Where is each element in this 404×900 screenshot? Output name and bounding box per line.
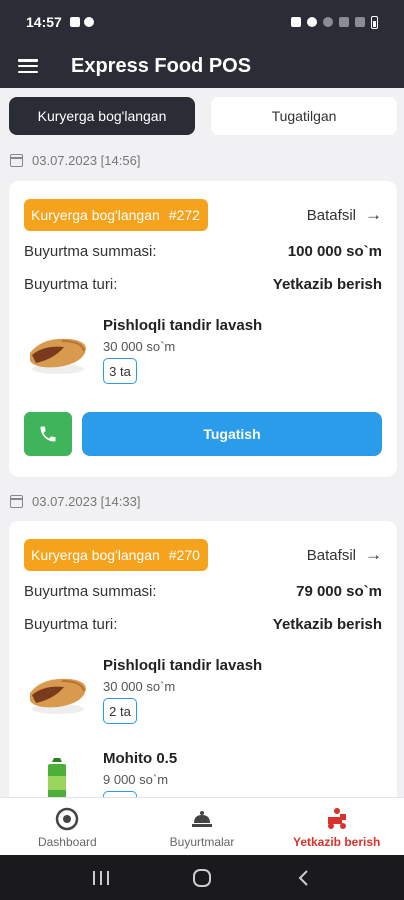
status-time: 14:57 — [26, 14, 62, 30]
sum-value: 100 000 so`m — [287, 243, 382, 260]
type-label: Buyurtma turi: — [24, 616, 118, 633]
sum-value: 79 000 so`m — [296, 583, 382, 600]
phone-icon — [40, 426, 56, 442]
order-date: 03.07.2023 [14:56] — [32, 153, 141, 168]
item-quantity: 2 ta — [103, 698, 137, 724]
order-tabs: Kuryerga bog'langan Tugatilgan — [9, 97, 397, 135]
nav-label: Dashboard — [37, 835, 97, 849]
call-button[interactable] — [24, 412, 72, 456]
battery-icon — [371, 15, 378, 29]
delivery-icon — [327, 808, 346, 829]
item-price: 30 000 so`m — [103, 339, 176, 354]
order-item: Mohito 0.5 9 000 so`m — [24, 750, 382, 797]
arrow-right-icon: → — [365, 545, 382, 564]
alarm-icon — [307, 17, 317, 27]
nav-orders[interactable]: Buyurtmalar — [135, 798, 270, 855]
nav-delivery[interactable]: Yetkazib berish — [269, 798, 404, 855]
details-link[interactable]: Batafsil → — [307, 205, 382, 225]
signal-icon — [339, 17, 349, 27]
settings-icon — [83, 17, 94, 27]
order-card: Kuryerga bog'langan #272 Batafsil → Buyu… — [9, 181, 397, 477]
status-badge: Kuryerga bog'langan #270 — [24, 539, 208, 571]
nav-dashboard[interactable]: Dashboard — [0, 798, 135, 855]
wifi-icon — [323, 17, 333, 27]
order-card: Kuryerga bog'langan #270 Batafsil → Buyu… — [9, 521, 397, 797]
home-button[interactable] — [182, 863, 222, 893]
order-date: 03.07.2023 [14:33] — [32, 494, 141, 509]
dashboard-icon — [56, 807, 79, 831]
card-actions: Tugatish — [24, 412, 382, 456]
calendar-icon — [10, 154, 23, 167]
recent-apps-icon — [92, 870, 109, 885]
sim-icon — [291, 17, 301, 27]
order-item: Pishloqli tandir lavash 30 000 so`m 3 ta — [24, 317, 382, 387]
sum-label: Buyurtma summasi: — [24, 583, 157, 600]
nav-label: Yetkazib berish — [292, 835, 381, 849]
order-sum-row: Buyurtma summasi: 100 000 so`m — [24, 243, 382, 260]
signal-icon-2 — [355, 17, 365, 27]
item-name: Pishloqli tandir lavash — [103, 317, 263, 334]
calendar-icon — [10, 495, 23, 508]
order-number: #272 — [168, 207, 200, 223]
order-number: #270 — [168, 547, 200, 563]
finish-button[interactable]: Tugatish — [82, 412, 382, 456]
orders-icon — [192, 811, 212, 827]
tab-tugatilgan[interactable]: Tugatilgan — [211, 97, 397, 135]
status-label: Kuryerga bog'langan — [31, 547, 160, 563]
item-name: Mohito 0.5 — [103, 750, 178, 767]
nav-label: Buyurtmalar — [169, 835, 235, 849]
home-icon — [192, 868, 211, 887]
app-title: Express Food POS — [71, 54, 252, 77]
item-name: Pishloqli tandir lavash — [103, 657, 263, 674]
status-badge: Kuryerga bog'langan #272 — [24, 199, 208, 231]
recent-apps-button[interactable] — [81, 863, 121, 893]
bottom-nav: Dashboard Buyurtmalar Yetkazib berish — [0, 797, 404, 855]
item-quantity: 3 ta — [103, 358, 137, 384]
back-button[interactable] — [283, 863, 323, 893]
item-price: 9 000 so`m — [103, 772, 169, 787]
order-item: Pishloqli tandir lavash 30 000 so`m 2 ta — [24, 657, 382, 727]
order-type-row: Buyurtma turi: Yetkazib berish — [24, 276, 382, 293]
lavash-image — [30, 338, 86, 374]
type-value: Yetkazib berish — [272, 616, 382, 633]
mohito-image — [48, 758, 66, 797]
order-sum-row: Buyurtma summasi: 79 000 so`m — [24, 583, 382, 600]
arrow-right-icon: → — [365, 205, 382, 224]
tab-kuryerga[interactable]: Kuryerga bog'langan — [9, 97, 195, 135]
gallery-icon — [69, 17, 80, 27]
order-date-row: 03.07.2023 [14:33] — [10, 494, 140, 509]
details-label: Batafsil — [306, 546, 356, 564]
lavash-image — [30, 678, 86, 714]
app-header: Express Food POS — [0, 44, 404, 88]
details-link[interactable]: Batafsil → — [307, 545, 382, 565]
menu-icon[interactable] — [18, 59, 38, 73]
order-type-row: Buyurtma turi: Yetkazib berish — [24, 616, 382, 633]
type-value: Yetkazib berish — [272, 276, 382, 293]
details-label: Batafsil — [306, 206, 356, 224]
sum-label: Buyurtma summasi: — [24, 243, 157, 260]
back-icon — [298, 869, 309, 886]
order-date-row: 03.07.2023 [14:56] — [10, 153, 140, 168]
system-nav-bar — [0, 855, 404, 900]
status-bar: 14:57 — [0, 0, 404, 44]
status-label: Kuryerga bog'langan — [31, 207, 160, 223]
item-price: 30 000 so`m — [103, 679, 176, 694]
type-label: Buyurtma turi: — [24, 276, 118, 293]
